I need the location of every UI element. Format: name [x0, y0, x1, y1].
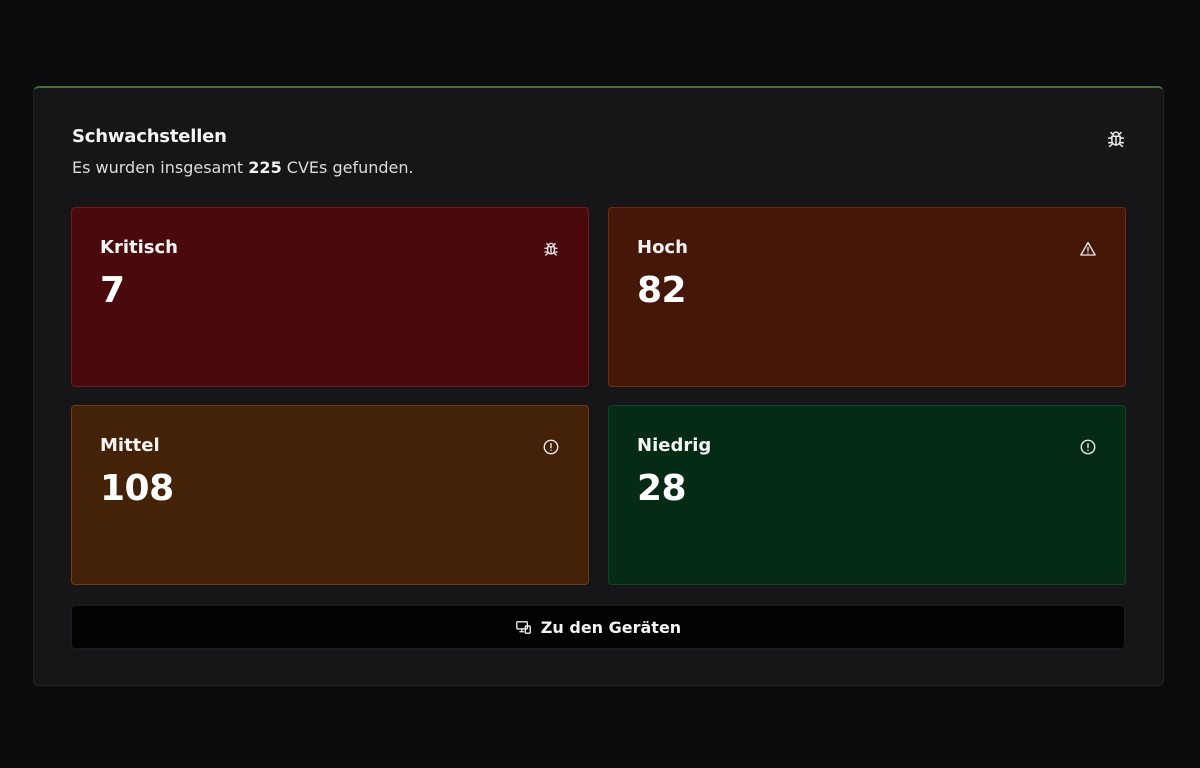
severity-count: 82 — [637, 270, 687, 311]
severity-tile-medium: Mittel 108 — [71, 405, 589, 585]
alert-circle-icon — [543, 439, 559, 455]
devices-icon — [515, 620, 531, 634]
vulnerabilities-card: Schwachstellen Es wurden insgesamt 225 C… — [33, 86, 1164, 686]
subtitle-prefix: Es wurden insgesamt — [72, 158, 249, 177]
subtitle-suffix: CVEs gefunden. — [281, 158, 414, 177]
severity-count: 7 — [100, 270, 125, 311]
severity-label: Mittel — [100, 435, 160, 456]
severity-tile-high: Hoch 82 — [608, 207, 1126, 387]
severity-tile-low: Niedrig 28 — [608, 405, 1126, 585]
alert-triangle-icon — [1080, 241, 1096, 256]
severity-label: Kritisch — [100, 237, 178, 258]
card-subtitle: Es wurden insgesamt 225 CVEs gefunden. — [72, 158, 414, 177]
go-to-devices-button[interactable]: Zu den Geräten — [71, 605, 1125, 649]
alert-circle-icon — [1080, 439, 1096, 455]
card-title: Schwachstellen — [72, 126, 227, 147]
bug-icon — [544, 242, 558, 256]
severity-tile-critical: Kritisch 7 — [71, 207, 589, 387]
severity-label: Hoch — [637, 237, 688, 258]
total-cve-count: 225 — [248, 158, 282, 177]
severity-count: 28 — [637, 468, 687, 509]
button-label: Zu den Geräten — [540, 617, 682, 637]
bug-icon — [1107, 131, 1125, 148]
severity-label: Niedrig — [637, 435, 712, 456]
severity-count: 108 — [100, 468, 174, 509]
